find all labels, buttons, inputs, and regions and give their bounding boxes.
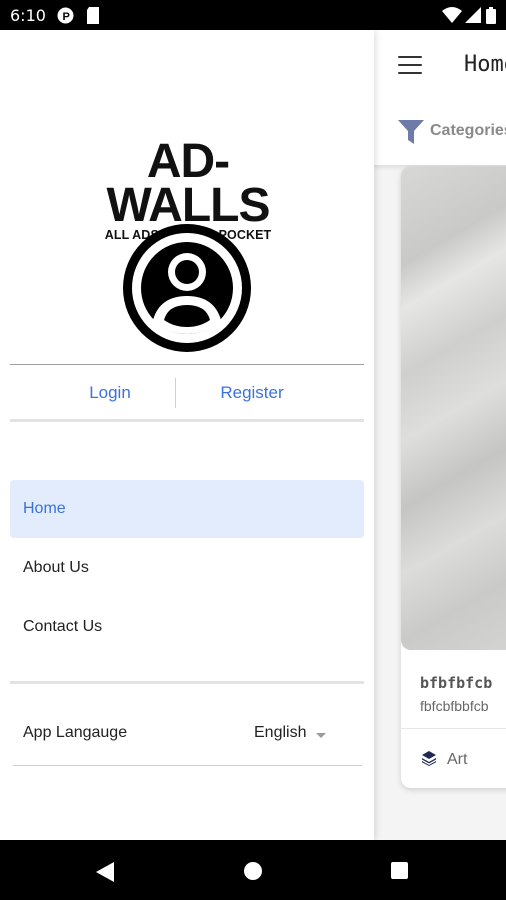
language-dropdown[interactable]: English	[254, 724, 306, 742]
ad-title: bfbfbfcb	[420, 674, 493, 692]
filter-icon[interactable]	[398, 120, 424, 149]
card-divider	[401, 728, 506, 729]
navigation-drawer: AD-WALLS ALL ADS IN YOUR POCKET Login Re…	[0, 30, 374, 840]
home-icon[interactable]	[244, 862, 262, 880]
status-bar: 6:10 P	[0, 0, 506, 30]
register-button[interactable]: Register	[188, 378, 316, 408]
drawer-item-about-us[interactable]: About Us	[10, 539, 364, 597]
categories-filter[interactable]: Categories	[430, 122, 506, 140]
svg-text:P: P	[63, 11, 70, 23]
recents-icon[interactable]	[391, 862, 408, 879]
status-time: 6:10	[10, 6, 46, 25]
login-button[interactable]: Login	[50, 378, 170, 408]
dropdown-arrow-icon[interactable]	[316, 733, 326, 738]
menu-icon[interactable]	[398, 56, 422, 74]
page-title: Home	[464, 52, 506, 77]
divider	[10, 364, 364, 365]
logo-title: AD-WALLS	[106, 135, 271, 232]
wifi-icon	[442, 7, 462, 28]
ad-category: Art	[447, 751, 468, 768]
user-avatar-icon	[122, 223, 252, 353]
ad-card[interactable]: bfbfbfcb fbfcbfbbfcb Art	[401, 166, 506, 788]
ad-image	[401, 166, 506, 650]
drawer-item-home[interactable]: Home	[10, 480, 364, 538]
app-bar: Home Categories	[374, 30, 506, 166]
battery-icon	[486, 7, 496, 29]
app-language-label: App Langauge	[23, 724, 128, 741]
notification-p-icon: P	[57, 7, 74, 29]
sim-card-icon	[86, 7, 100, 29]
signal-icon	[465, 7, 481, 28]
divider	[13, 765, 362, 766]
back-icon[interactable]	[96, 862, 114, 887]
layers-icon	[421, 750, 437, 771]
button-separator	[175, 378, 176, 408]
drawer-item-contact-us[interactable]: Contact Us	[10, 598, 364, 656]
divider	[10, 681, 364, 684]
ad-description: fbfcbfbbfcb	[420, 698, 489, 714]
divider	[10, 419, 364, 422]
